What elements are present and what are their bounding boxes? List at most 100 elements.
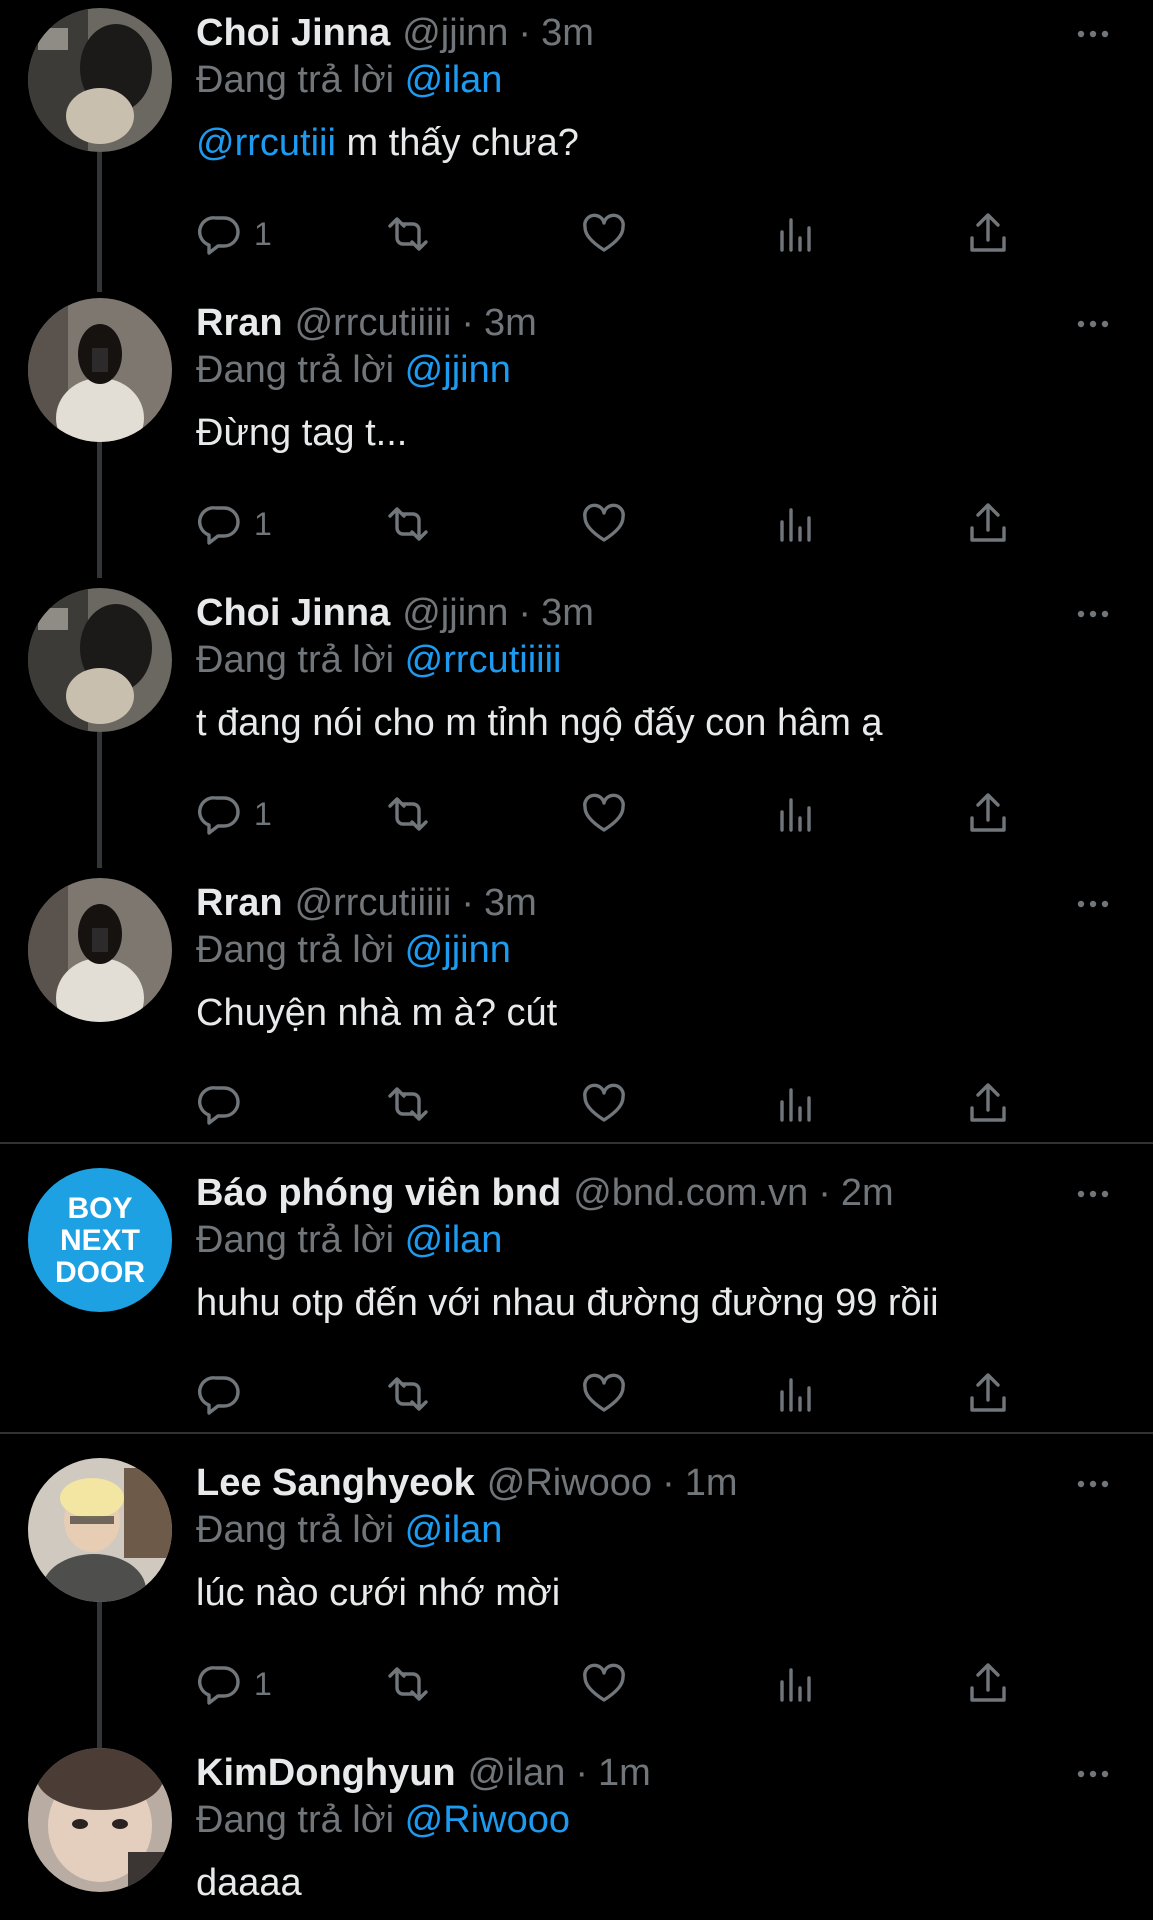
timestamp[interactable]: 3m — [541, 8, 594, 58]
views-button[interactable] — [772, 206, 820, 262]
timestamp[interactable]: 1m — [598, 1748, 651, 1798]
replying-prefix: Đang trả lời — [196, 929, 395, 971]
author-name[interactable]: Rran — [196, 298, 283, 348]
author-handle[interactable]: @bnd.com.vn — [573, 1168, 808, 1218]
replying-mention[interactable]: @jjinn — [405, 929, 511, 971]
retweet-button[interactable] — [384, 206, 432, 262]
share-icon — [970, 1373, 1006, 1412]
avatar[interactable] — [28, 588, 172, 732]
separator: · — [461, 302, 475, 344]
timestamp[interactable]: 1m — [685, 1458, 738, 1508]
like-button[interactable] — [580, 786, 628, 842]
replying-mention[interactable]: @ilan — [405, 1509, 503, 1551]
share-icon — [970, 213, 1006, 252]
more-icon[interactable] — [1073, 594, 1113, 634]
share-icon — [970, 1663, 1006, 1702]
author-handle[interactable]: @rrcutiiiii — [295, 878, 452, 928]
retweet-icon — [388, 507, 428, 541]
replying-mention[interactable]: @Riwooo — [405, 1799, 570, 1841]
like-icon — [583, 1373, 625, 1412]
separator: · — [518, 592, 532, 634]
replying-mention[interactable]: @rrcutiiiii — [405, 639, 562, 681]
separator: · — [662, 1462, 675, 1504]
views-button[interactable] — [772, 1656, 820, 1712]
like-icon — [583, 503, 625, 542]
author-name[interactable]: Rran — [196, 878, 283, 928]
replying-mention[interactable]: @ilan — [405, 1219, 503, 1261]
avatar[interactable]: BOY NEXT DOOR — [28, 1168, 172, 1312]
author-handle[interactable]: @rrcutiiiii — [295, 298, 452, 348]
like-button[interactable] — [580, 206, 628, 262]
tweet-mention[interactable]: @rrcutiii — [196, 122, 336, 164]
more-icon[interactable] — [1073, 884, 1113, 924]
avatar[interactable] — [28, 1748, 172, 1892]
replying-mention[interactable]: @jjinn — [405, 349, 511, 391]
author-handle[interactable]: @jjinn — [402, 588, 508, 638]
retweet-button[interactable] — [384, 786, 432, 842]
replying-prefix: Đang trả lời — [196, 59, 395, 101]
avatar[interactable] — [28, 1458, 172, 1602]
like-button[interactable] — [580, 496, 628, 552]
avatar-text: BOY — [67, 1192, 132, 1225]
reply-button[interactable]: 1 — [196, 1656, 272, 1712]
replying-mention[interactable]: @ilan — [405, 59, 503, 101]
reply-button[interactable] — [196, 1366, 244, 1422]
tweet-text: daaaa — [196, 1862, 302, 1904]
like-button[interactable] — [580, 1656, 628, 1712]
avatar[interactable] — [28, 8, 172, 152]
retweet-icon — [388, 1667, 428, 1701]
reply-button[interactable]: 1 — [196, 786, 272, 842]
reply-button[interactable]: 1 — [196, 496, 272, 552]
share-button[interactable] — [964, 1656, 1012, 1712]
views-button[interactable] — [772, 1366, 820, 1422]
author-handle[interactable]: @jjinn — [402, 8, 508, 58]
reply-button[interactable] — [196, 1076, 244, 1132]
like-button[interactable] — [580, 1076, 628, 1132]
retweet-button[interactable] — [384, 1366, 432, 1422]
views-button[interactable] — [772, 786, 820, 842]
share-button[interactable] — [964, 206, 1012, 262]
reply-icon — [198, 216, 240, 255]
avatar[interactable] — [28, 878, 172, 1022]
author-name[interactable]: KimDonghyun — [196, 1748, 456, 1798]
share-button[interactable] — [964, 496, 1012, 552]
share-icon — [970, 793, 1006, 832]
more-icon[interactable] — [1073, 1754, 1113, 1794]
like-button[interactable] — [580, 1366, 628, 1422]
author-name[interactable]: Lee Sanghyeok — [196, 1458, 475, 1508]
tweet-text: Đừng tag t... — [196, 412, 408, 454]
more-icon[interactable] — [1073, 1464, 1113, 1504]
timestamp[interactable]: 2m — [841, 1168, 894, 1218]
more-icon[interactable] — [1073, 14, 1113, 54]
separator: · — [461, 882, 475, 924]
more-icon[interactable] — [1073, 304, 1113, 344]
share-button[interactable] — [964, 786, 1012, 842]
tweet-actions: 1 — [196, 1656, 1016, 1712]
reply-count: 1 — [254, 1665, 272, 1702]
timestamp[interactable]: 3m — [541, 588, 594, 638]
author-name[interactable]: Choi Jinna — [196, 588, 390, 638]
timestamp[interactable]: 3m — [484, 878, 537, 928]
retweet-button[interactable] — [384, 1076, 432, 1132]
author-name[interactable]: Choi Jinna — [196, 8, 390, 58]
author-handle[interactable]: @Riwooo — [487, 1458, 652, 1508]
views-button[interactable] — [772, 496, 820, 552]
tweet-actions: 1 — [196, 496, 1016, 552]
avatar-text: DOOR — [55, 1256, 145, 1289]
share-button[interactable] — [964, 1076, 1012, 1132]
more-icon[interactable] — [1073, 1174, 1113, 1214]
avatar[interactable] — [28, 298, 172, 442]
replying-to: Đang trả lời @Riwooo — [196, 1796, 1113, 1844]
reply-button[interactable]: 1 — [196, 206, 272, 262]
retweet-button[interactable] — [384, 496, 432, 552]
reply-icon — [198, 1376, 240, 1415]
author-handle[interactable]: @ilan — [468, 1748, 566, 1798]
author-name[interactable]: Báo phóng viên bnd — [196, 1168, 561, 1218]
tweet-text-content: m thấy chưa? — [335, 122, 579, 164]
views-button[interactable] — [772, 1076, 820, 1132]
share-button[interactable] — [964, 1366, 1012, 1422]
reply-count: 1 — [254, 215, 272, 252]
thread-line — [97, 442, 102, 578]
retweet-button[interactable] — [384, 1656, 432, 1712]
timestamp[interactable]: 3m — [484, 298, 537, 348]
